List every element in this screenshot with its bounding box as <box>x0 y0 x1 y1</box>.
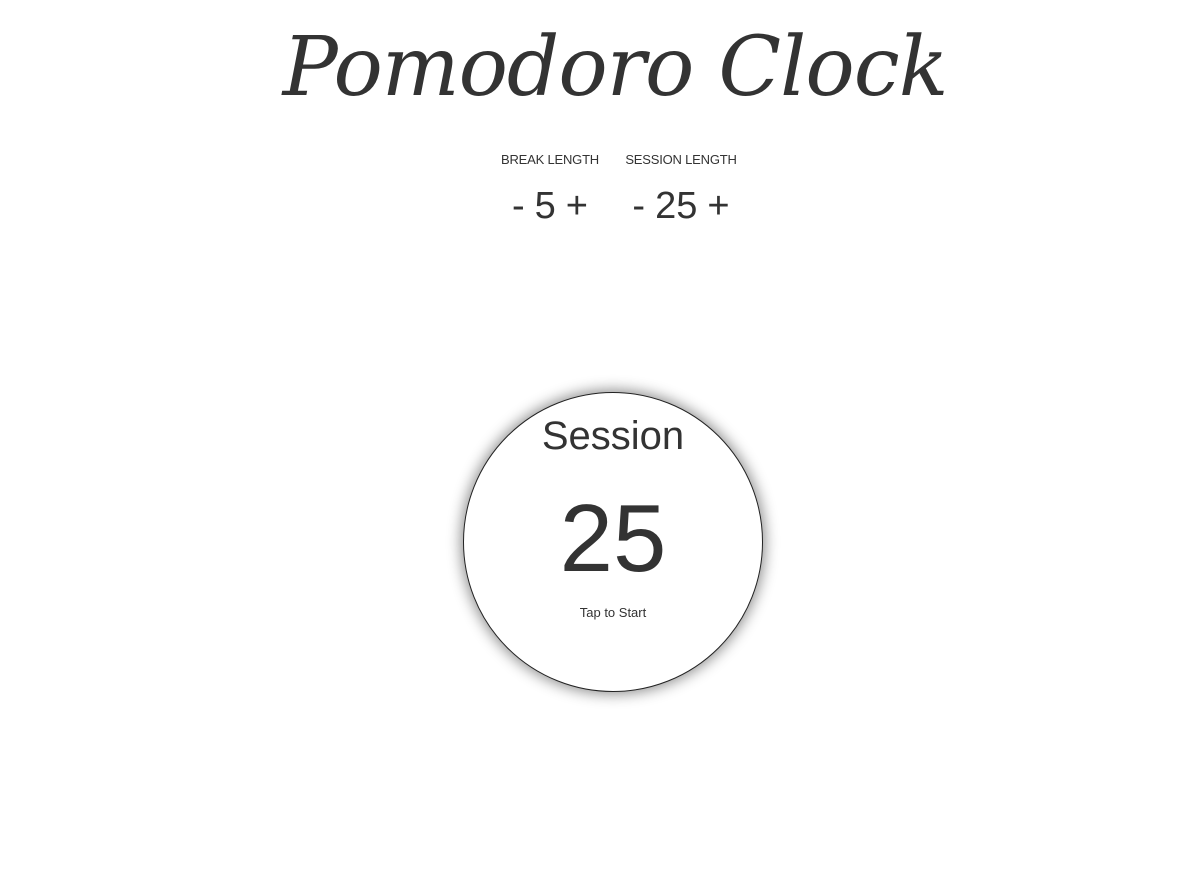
session-length-control: SESSION LENGTH -25 + <box>624 150 738 228</box>
tap-to-start-hint: Tap to Start <box>579 605 647 620</box>
break-length-value: 5 <box>534 185 556 227</box>
session-length-value: 25 <box>655 185 698 227</box>
break-length-row: -5 + <box>500 184 600 228</box>
break-decrement-button[interactable]: - <box>512 184 525 228</box>
break-increment-button[interactable]: + <box>566 184 588 228</box>
break-length-label: BREAK LENGTH <box>500 152 599 167</box>
timer-mode-label: Session <box>541 414 685 458</box>
timer-clock-button[interactable]: Session 25 Tap to Start <box>463 392 763 692</box>
session-length-row: -25 + <box>624 184 738 228</box>
session-decrement-button[interactable]: - <box>632 184 645 228</box>
session-increment-button[interactable]: + <box>707 184 729 228</box>
length-controls: BREAK LENGTH -5 + SESSION LENGTH -25 + <box>0 150 1200 240</box>
session-length-label: SESSION LENGTH <box>625 152 737 167</box>
timer-display: 25 <box>559 485 667 592</box>
break-length-control: BREAK LENGTH -5 + <box>500 150 600 228</box>
page-title: Pomodoro Clock <box>282 20 949 115</box>
